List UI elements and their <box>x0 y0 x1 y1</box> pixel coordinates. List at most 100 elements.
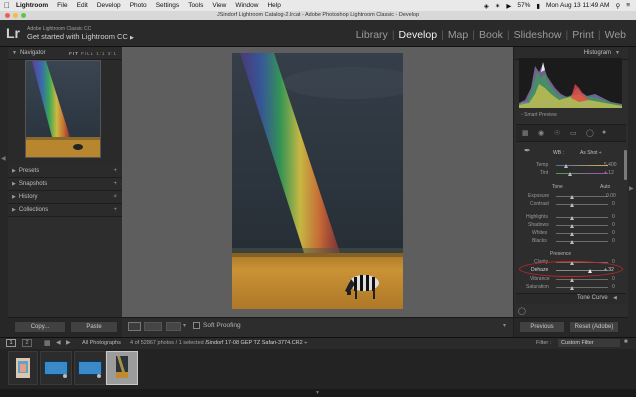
menu-edit[interactable]: Edit <box>77 2 88 9</box>
blacks-slider[interactable] <box>556 241 608 242</box>
highlights-value[interactable]: 0 <box>612 214 615 220</box>
add-preset-icon[interactable]: + <box>113 168 117 174</box>
previous-button[interactable]: Previous <box>519 321 565 333</box>
right-panel-toggle[interactable]: ▶ <box>628 47 636 337</box>
highlights-slider-knob[interactable] <box>570 216 574 220</box>
secondary-window-button[interactable]: 2 <box>22 339 32 347</box>
smart-preview-status[interactable]: ▫ Smart Preview <box>521 112 557 118</box>
filmstrip-thumb-2[interactable] <box>40 351 72 385</box>
menu-develop[interactable]: Develop <box>97 2 121 9</box>
apple-icon[interactable]:  <box>4 1 10 10</box>
zoom-window-button[interactable] <box>21 13 26 18</box>
tint-slider-knob[interactable] <box>568 172 572 176</box>
filter-select[interactable]: Custom Filter <box>558 339 620 347</box>
history-header[interactable]: ▶ History × <box>8 191 122 204</box>
volume-icon[interactable]: ▶ <box>506 2 511 10</box>
soft-proofing-checkbox[interactable] <box>193 322 200 329</box>
eyedropper-icon[interactable]: ✒ <box>524 146 531 155</box>
menu-window[interactable]: Window <box>235 2 258 9</box>
add-collection-icon[interactable]: + <box>113 207 117 213</box>
exposure-slider[interactable] <box>556 196 608 197</box>
saturation-value[interactable]: 0 <box>612 284 615 290</box>
auto-tone-button[interactable]: Auto <box>600 184 610 190</box>
crop-overlay-icon[interactable]: ▦ <box>522 129 529 137</box>
vibrance-slider-knob[interactable] <box>570 278 574 282</box>
contrast-slider-knob[interactable] <box>570 203 574 207</box>
shadows-value[interactable]: 0 <box>612 222 615 228</box>
menu-file[interactable]: File <box>57 2 67 9</box>
filmstrip-thumb-selected[interactable] <box>106 351 138 385</box>
battery-icon[interactable]: ▮ <box>536 2 540 10</box>
module-book[interactable]: Book <box>475 29 507 41</box>
vibrance-value[interactable]: 0 <box>612 276 615 282</box>
back-arrow-icon[interactable]: ◀ <box>56 339 61 346</box>
whites-slider-knob[interactable] <box>570 232 574 236</box>
graduated-filter-icon[interactable]: ▭ <box>570 129 577 137</box>
navigator-header[interactable]: ▼ Navigator FIT FILL 1:1 3:1 <box>8 47 122 60</box>
reset-button[interactable]: Reset (Adobe) <box>569 321 619 333</box>
menu-settings[interactable]: Settings <box>156 2 180 9</box>
presets-header[interactable]: ▶ Presets + <box>8 165 122 178</box>
zoom-fill[interactable]: FILL <box>81 51 94 56</box>
zoom-fit[interactable]: FIT <box>69 51 79 56</box>
menu-photo[interactable]: Photo <box>130 2 147 9</box>
module-map[interactable]: Map <box>444 29 472 41</box>
module-print[interactable]: Print <box>568 29 598 41</box>
toolbar-menu-icon[interactable]: ▾ <box>503 322 506 329</box>
module-library[interactable]: Library <box>352 29 392 41</box>
clear-history-icon[interactable]: × <box>113 194 117 200</box>
wifi-icon[interactable]: ◈ <box>484 2 489 10</box>
zoom-1-1[interactable]: 1:1 <box>96 51 105 56</box>
saturation-slider[interactable] <box>556 287 608 288</box>
menubar-clock[interactable]: Mon Aug 13 11:49 AM <box>546 2 609 9</box>
zoom-3-1[interactable]: 3:1 <box>108 51 117 56</box>
close-window-button[interactable] <box>5 13 10 18</box>
blacks-slider-knob[interactable] <box>570 240 574 244</box>
add-snapshot-icon[interactable]: + <box>113 181 117 187</box>
chevron-down-icon[interactable]: ▾ <box>183 322 186 329</box>
whites-slider[interactable] <box>556 233 608 234</box>
menu-list-icon[interactable]: ≡ <box>626 2 630 9</box>
adjustment-brush-icon[interactable]: ● <box>602 129 606 136</box>
forward-arrow-icon[interactable]: ▶ <box>66 339 71 346</box>
tint-value[interactable]: + 12 <box>604 170 614 176</box>
blacks-value[interactable]: 0 <box>612 238 615 244</box>
source-label[interactable]: All Photographs <box>82 340 121 346</box>
module-slideshow[interactable]: Slideshow <box>510 29 566 41</box>
loupe-view-icon[interactable] <box>128 322 141 331</box>
wb-preset-select[interactable]: As Shot ÷ <box>580 150 602 156</box>
primary-window-button[interactable]: 1 <box>6 339 16 347</box>
main-photo[interactable] <box>232 53 403 309</box>
whites-value[interactable]: 0 <box>612 230 615 236</box>
shadows-slider[interactable] <box>556 225 608 226</box>
tint-slider[interactable] <box>556 173 608 174</box>
filmstrip-thumb-3[interactable] <box>74 351 106 385</box>
contrast-slider[interactable] <box>556 204 608 205</box>
current-filename[interactable]: Sindorf 17-08 GEP TZ Safari-3774.CR2 ÷ <box>206 340 307 346</box>
menu-tools[interactable]: Tools <box>188 2 203 9</box>
paste-button[interactable]: Paste <box>70 321 118 333</box>
menu-app[interactable]: Lightroom <box>16 2 48 9</box>
module-web[interactable]: Web <box>601 29 630 41</box>
tone-curve-header[interactable] <box>516 293 626 304</box>
exposure-value[interactable]: 0.00 <box>606 193 616 199</box>
collections-header[interactable]: ▶ Collections + <box>8 204 122 217</box>
left-panel-toggle[interactable]: ◀ <box>0 47 8 337</box>
highlights-slider[interactable] <box>556 217 608 218</box>
filmstrip-thumb-1[interactable] <box>8 351 38 385</box>
vibrance-slider[interactable] <box>556 279 608 280</box>
bluetooth-icon[interactable]: ✶ <box>495 2 500 10</box>
minimize-window-button[interactable] <box>13 13 18 18</box>
contrast-value[interactable]: 0 <box>612 201 615 207</box>
visibility-toggle-icon[interactable]: ◯ <box>518 307 526 315</box>
search-icon[interactable]: ⚲ <box>615 2 620 10</box>
radial-filter-icon[interactable]: ◯ <box>586 129 594 137</box>
battery-percent[interactable]: 57% <box>517 2 530 9</box>
filmstrip-bottom-toggle[interactable]: ▼ <box>0 389 636 397</box>
shadows-slider-knob[interactable] <box>570 224 574 228</box>
right-panel-scrollbar[interactable] <box>624 150 627 180</box>
temp-value[interactable]: 5,400 <box>604 162 617 168</box>
before-after-view-icon[interactable] <box>144 322 162 331</box>
snapshots-header[interactable]: ▶ Snapshots + <box>8 178 122 191</box>
spot-removal-icon[interactable]: ◉ <box>538 129 544 137</box>
